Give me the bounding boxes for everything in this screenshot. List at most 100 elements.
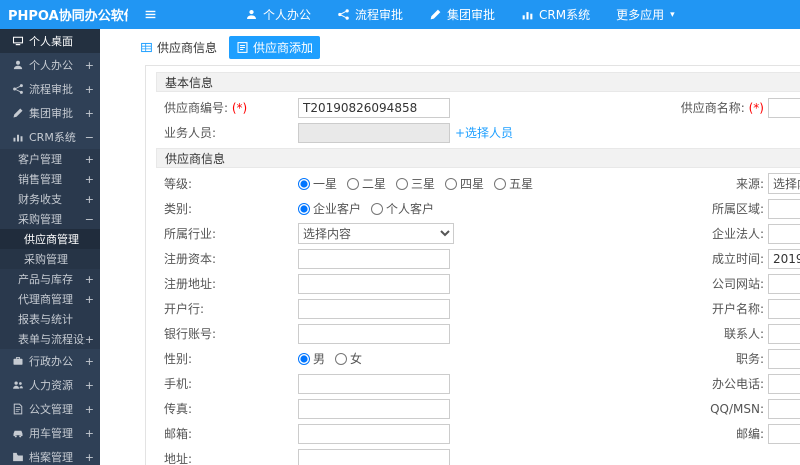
sidebar-item-6[interactable]: 客户管理 + — [0, 149, 100, 169]
topbar-menu-item-5[interactable]: 更多应用 ▾ — [616, 6, 675, 23]
hr-icon — [12, 379, 24, 391]
sidebar-item-12[interactable]: 产品与库存 + — [0, 269, 100, 289]
sidebar-item-9[interactable]: 采购管理 − — [0, 209, 100, 229]
gender-radio-option[interactable]: 女 — [335, 350, 362, 367]
radio-input[interactable] — [298, 352, 310, 365]
field-wrap: 企业客户 个人客户 — [298, 200, 618, 217]
radio-input[interactable] — [298, 177, 310, 190]
label-qq-msn-input: QQ/MSN: — [710, 401, 764, 416]
expand-plus-icon: + — [84, 292, 94, 306]
sidebar-item-20[interactable]: 档案管理 + — [0, 445, 100, 465]
label-position-input: 职务: — [735, 352, 764, 366]
topbar-menu-item-3[interactable]: 集团审批 — [429, 6, 495, 23]
topbar-menu-item-2[interactable]: 流程审批 — [337, 6, 403, 23]
topbar-menu-item-4[interactable]: CRM系统 — [521, 6, 590, 23]
field-wrap — [298, 273, 618, 294]
tab-supplier-add[interactable]: 供应商添加 — [229, 35, 321, 59]
sidebar-item-label: 流程审批 — [29, 83, 73, 96]
supplier-code-input[interactable] — [298, 97, 450, 118]
contact-input[interactable] — [768, 323, 800, 344]
region-input[interactable] — [768, 198, 800, 219]
sidebar-item-10[interactable]: 供应商管理 — [0, 229, 100, 249]
sidebar-item-15[interactable]: 表单与流程设置+ — [0, 329, 100, 349]
flow-icon — [337, 8, 350, 21]
form-row: 地址: — [156, 446, 800, 465]
bank-account-input[interactable] — [298, 323, 450, 344]
form-row: 性别: 男女职务: — [156, 346, 800, 371]
position-input[interactable] — [768, 348, 800, 369]
expand-plus-icon: + — [84, 106, 94, 120]
pick-person-link[interactable]: +选择人员 — [455, 124, 513, 141]
office-phone-input[interactable] — [768, 373, 800, 394]
sidebar-item-5[interactable]: CRM系统 − — [0, 125, 100, 149]
sidebar-item-13[interactable]: 代理商管理 + — [0, 289, 100, 309]
sidebar-item-11[interactable]: 采购管理 — [0, 249, 100, 269]
postcode-input[interactable] — [768, 423, 800, 444]
sidebar-item-label: 行政办公 — [29, 355, 73, 368]
hamburger-menu-icon[interactable] — [144, 8, 157, 21]
label-supplier-name-input: 供应商名称: (*) — [680, 101, 764, 115]
radio-input[interactable] — [445, 177, 458, 190]
industry-select[interactable]: 选择内容 — [298, 223, 454, 244]
form-row: 银行账号: 联系人: — [156, 321, 800, 346]
radio-input[interactable] — [298, 202, 310, 215]
level-radio-option[interactable]: 五星 — [494, 175, 533, 192]
category-radio-option[interactable]: 个人客户 — [371, 200, 434, 217]
supplier-name-input[interactable] — [768, 97, 800, 118]
sidebar-item-8[interactable]: 财务收支 + — [0, 189, 100, 209]
radio-input[interactable] — [371, 202, 384, 215]
registered-address-input[interactable] — [298, 273, 450, 294]
fax-input[interactable] — [298, 398, 450, 419]
business-person-input[interactable] — [298, 122, 450, 143]
sidebar-item-4[interactable]: 集团审批 + — [0, 101, 100, 125]
form-row: 类别: 企业客户 个人客户 所属区域: — [156, 196, 800, 221]
source-select[interactable]: 选择内容 — [768, 173, 800, 194]
expand-plus-icon: + — [84, 192, 94, 206]
bank-input[interactable] — [298, 298, 450, 319]
level-radio-option[interactable]: 四星 — [445, 175, 484, 192]
account-name-input[interactable] — [768, 298, 800, 319]
app-logo[interactable]: PHPOA协同办公软件 — [0, 5, 128, 24]
field-wrap — [298, 373, 618, 394]
sidebar-item-2[interactable]: 个人办公 + — [0, 53, 100, 77]
website-input[interactable] — [768, 273, 800, 294]
category-radio-option[interactable]: 企业客户 — [298, 200, 361, 217]
radio-input[interactable] — [494, 177, 507, 190]
sidebar-item-label: 销售管理 — [18, 173, 62, 186]
radio-label: 一星 — [313, 177, 338, 191]
registered-capital-input[interactable] — [298, 248, 450, 269]
topbar-menu-label: 更多应用 — [616, 8, 665, 22]
sidebar-item-label: 集团审批 — [29, 107, 73, 120]
field-wrap: 选择内容 — [298, 223, 618, 244]
sidebar-item-14[interactable]: 报表与统计 — [0, 309, 100, 329]
founded-date-input[interactable] — [768, 248, 800, 269]
sidebar-item-7[interactable]: 销售管理 + — [0, 169, 100, 189]
email-input[interactable] — [298, 423, 450, 444]
legal-person-input[interactable] — [768, 223, 800, 244]
radio-label: 四星 — [460, 177, 485, 191]
expand-plus-icon: + — [84, 272, 94, 286]
level-radio-option[interactable]: 二星 — [347, 175, 386, 192]
sidebar-item-17[interactable]: 人力资源 + — [0, 373, 100, 397]
sidebar-item-18[interactable]: 公文管理 + — [0, 397, 100, 421]
sidebar-item-16[interactable]: 行政办公 + — [0, 349, 100, 373]
level-radio-option[interactable]: 一星 — [298, 175, 337, 192]
sidebar-item-label: 报表与统计 — [18, 313, 73, 326]
tab-supplier-info[interactable]: 供应商信息 — [133, 36, 224, 59]
field-wrap — [768, 323, 800, 344]
level-radio-option[interactable]: 三星 — [396, 175, 435, 192]
radio-input[interactable] — [347, 177, 360, 190]
gender-radio-option[interactable]: 男 — [298, 350, 325, 367]
radio-input[interactable] — [396, 177, 409, 190]
expand-plus-icon: + — [84, 378, 94, 392]
address-input[interactable] — [298, 448, 450, 465]
radio-input[interactable] — [335, 352, 348, 365]
qq-msn-input[interactable] — [768, 398, 800, 419]
sidebar-item-19[interactable]: 用车管理 + — [0, 421, 100, 445]
sidebar-item-3[interactable]: 流程审批 + — [0, 77, 100, 101]
topbar-menu-item-1[interactable]: 个人办公 — [245, 6, 311, 23]
sidebar-item-1[interactable]: 个人桌面 — [0, 29, 100, 53]
mobile-input[interactable] — [298, 373, 450, 394]
field-wrap — [768, 248, 800, 269]
field-wrap — [298, 398, 618, 419]
